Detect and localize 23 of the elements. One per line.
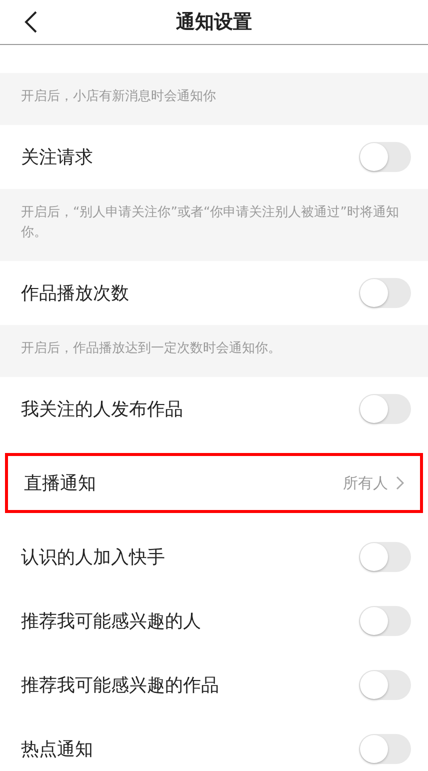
setting-description: 开启后，小店有新消息时会通知你 (0, 73, 428, 125)
setting-label: 直播通知 (24, 472, 97, 495)
toggle-switch[interactable] (359, 542, 411, 572)
setting-label: 作品播放次数 (21, 282, 130, 305)
back-icon[interactable] (24, 10, 38, 34)
setting-description: 开启后，“别人申请关注你”或者“你申请关注别人被通过”时将通知你。 (0, 189, 428, 261)
setting-value: 所有人 (343, 474, 388, 492)
setting-label: 热点通知 (21, 738, 94, 761)
page-title: 通知设置 (176, 10, 252, 35)
setting-label: 推荐我可能感兴趣的作品 (21, 674, 220, 697)
toggle-switch[interactable] (359, 394, 411, 424)
toggle-switch[interactable] (359, 670, 411, 700)
chevron-icon (396, 476, 404, 490)
toggle-switch[interactable] (359, 606, 411, 636)
toggle-switch[interactable] (359, 278, 411, 308)
setting-row[interactable]: 直播通知 所有人 (5, 453, 423, 513)
setting-label: 关注请求 (21, 146, 94, 169)
setting-label: 认识的人加入快手 (21, 546, 166, 569)
setting-description: 开启后，作品播放达到一定次数时会通知你。 (0, 325, 428, 377)
setting-label: 我关注的人发布作品 (21, 398, 184, 421)
setting-label: 推荐我可能感兴趣的人 (21, 610, 202, 633)
toggle-switch[interactable] (359, 142, 411, 172)
toggle-switch[interactable] (359, 734, 411, 764)
